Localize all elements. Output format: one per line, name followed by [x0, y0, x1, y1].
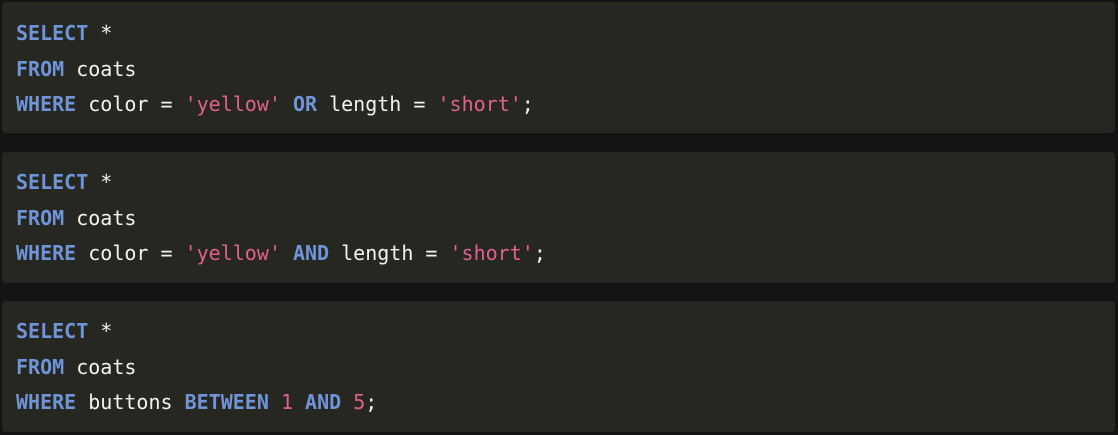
sql-code-block-or[interactable]: SELECT * FROM coats WHERE color = 'yellow'… [2, 2, 1115, 133]
sql-text: ; [533, 241, 546, 265]
sql-number-literal: 5 [353, 390, 366, 414]
sql-keyword: SELECT [16, 319, 89, 343]
sql-text: color = [76, 92, 185, 116]
sql-string-literal: 'short' [437, 92, 522, 116]
sql-code-block-between[interactable]: SELECT * FROM coats WHERE buttons BETWEEN … [2, 301, 1115, 432]
sql-text: length = [329, 241, 450, 265]
sql-keyword: FROM [16, 205, 65, 230]
sql-keyword: WHERE [16, 241, 77, 265]
sql-string-literal: 'short' [449, 241, 534, 265]
sql-code-block-and[interactable]: SELECT * FROM coats WHERE color = 'yellow'… [2, 152, 1115, 283]
code-line: SELECT * [16, 16, 1101, 52]
sql-keyword: AND [292, 241, 330, 265]
sql-number-literal: 1 [280, 390, 293, 414]
sql-text: length = [317, 92, 438, 116]
code-examples-page: SELECT * FROM coats WHERE color = 'yellow'… [0, 0, 1118, 435]
code-line: WHERE color = 'yellow' AND length = 'sho… [16, 236, 1101, 272]
sql-keyword: BETWEEN [184, 390, 269, 414]
sql-text: color = [76, 241, 185, 265]
sql-text: * [88, 319, 113, 343]
code-line: WHERE buttons BETWEEN 1 AND 5; [16, 385, 1101, 421]
sql-keyword: WHERE [16, 92, 77, 116]
code-line: FROM coats [16, 350, 1101, 386]
sql-keyword: FROM [16, 354, 65, 379]
code-line: SELECT * [16, 165, 1101, 201]
sql-keyword: AND [305, 390, 342, 414]
sql-string-literal: 'yellow' [184, 241, 281, 265]
sql-keyword: SELECT [16, 21, 89, 45]
code-line: FROM coats [16, 52, 1101, 88]
sql-text: coats [64, 205, 137, 230]
sql-keyword: OR [292, 92, 318, 116]
sql-text: buttons [76, 390, 185, 414]
sql-text: ; [365, 390, 378, 414]
code-line: SELECT * [16, 314, 1101, 350]
sql-keyword: SELECT [16, 170, 89, 194]
sql-keyword: FROM [16, 56, 65, 81]
sql-keyword: WHERE [16, 390, 77, 414]
sql-text: coats [64, 354, 137, 379]
sql-text: ; [521, 92, 534, 116]
sql-text: * [88, 21, 113, 45]
code-line: FROM coats [16, 201, 1101, 237]
code-line: WHERE color = 'yellow' OR length = 'shor… [16, 87, 1101, 123]
sql-text: coats [64, 56, 137, 81]
sql-text: * [88, 170, 113, 194]
sql-string-literal: 'yellow' [184, 92, 281, 116]
